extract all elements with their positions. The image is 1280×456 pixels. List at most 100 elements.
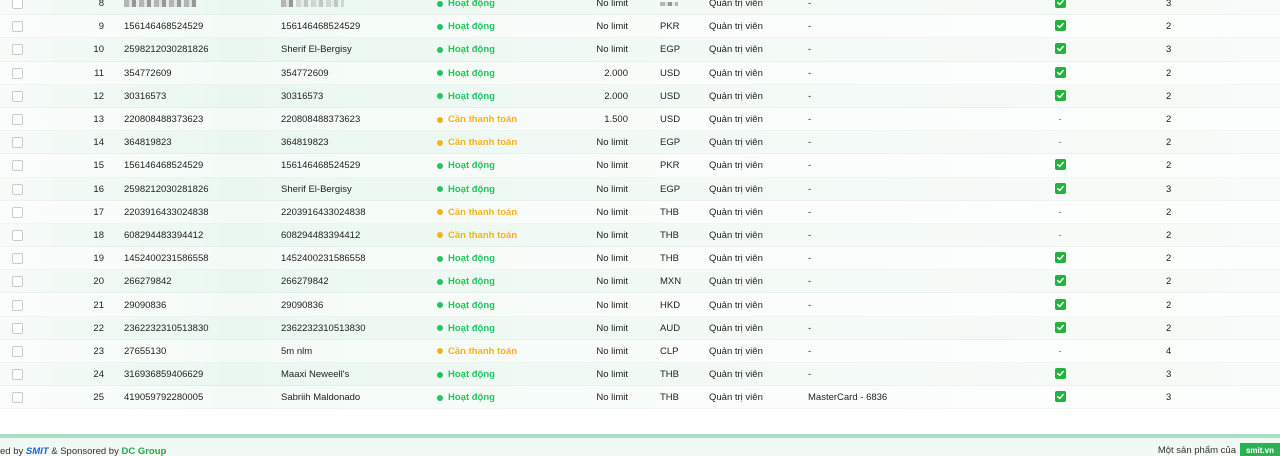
row-index: 22 [93,322,104,334]
table-row[interactable]: 11 354772609 354772609 Hoạt động 2.000 USD Quả… [0,61,1280,85]
account-name-redacted [281,0,344,9]
status-dot-icon [437,162,443,169]
status-label: Cần thanh toán [448,345,518,357]
row-select-checkbox[interactable] [12,160,23,172]
row-select-checkbox[interactable] [12,206,23,218]
spend-limit: No limit [596,345,628,357]
account-id: 156146468524529 [124,21,204,33]
smit-vn-logo[interactable]: smit.vn [1239,443,1280,456]
spend-limit: No limit [596,44,628,56]
account-id: 220808488373623 [124,114,204,126]
row-select-checkbox[interactable] [12,67,23,79]
table-row[interactable]: 18 608294483394412 608294483394412 Cần than… [0,223,1280,248]
table-row[interactable]: 17 2203916433024838 2203916433024838 Cần th… [0,200,1280,224]
role: Quản trị viên [709,137,763,149]
table-row[interactable]: 12 30316573 30316573 Hoạt động 2.000 USD Quản … [0,84,1280,108]
row-select-checkbox[interactable] [12,322,23,334]
row-select-checkbox[interactable] [12,253,23,265]
flag-dash: - [1058,206,1062,218]
status-badge: Hoạt động [437,369,495,380]
role: Quản trị viên [709,299,763,311]
table-row[interactable]: 22 2362232310513830 2362232310513830 Hoạt đ… [0,316,1280,340]
payment-card: - [808,160,812,172]
row-index: 23 [93,345,104,357]
table-row[interactable]: 19 1452400231586558 1452400231586558 Hoạt đ… [0,247,1280,271]
row-select-checkbox[interactable] [12,369,23,381]
status-dot-icon [437,255,443,262]
table-row[interactable]: 16 2598212030281826 Sherif El-Bergisy Hoạt … [0,177,1280,201]
account-id: 2598212030281826 [124,183,209,195]
row-select-checkbox[interactable] [12,137,23,149]
status-dot-icon [437,70,443,77]
ad-count: 2 [1166,253,1172,265]
table-row[interactable]: 20 266279842 266279842 Hoạt động No limit MXN… [0,270,1280,294]
spend-limit: No limit [596,253,628,265]
currency: THB [660,369,679,381]
status-dot-icon [437,232,443,239]
dc-group-link[interactable]: DC Group [121,446,166,456]
role: Quản trị viên [709,392,763,404]
role: Quản trị viên [709,206,763,218]
checked-icon [1054,275,1066,288]
row-select-checkbox[interactable] [12,90,23,102]
account-id: 29090836 [124,299,167,311]
status-badge: Cần thanh toán [437,346,517,357]
account-name: 1452400231586558 [281,253,366,265]
account-name: Sherif El-Bergisy [281,44,352,56]
payment-card: - [808,345,812,357]
table-row[interactable]: 14 364819823 364819823 Cần thanh toán No lim… [0,131,1280,155]
row-index: 14 [93,137,104,149]
row-select-checkbox[interactable] [12,21,23,33]
role: Quản trị viên [709,114,763,126]
status-label: Hoạt động [448,44,495,56]
table-row[interactable]: 13 220808488373623 220808488373623 Cần than… [0,107,1280,132]
table-row[interactable]: 10 2598212030281826 Sherif El-Bergisy Hoạt … [0,38,1280,62]
status-label: Hoạt động [448,183,495,195]
table-row[interactable]: 15 156146468524529 156146468524529 Hoạt độn… [0,154,1280,178]
smit-logo[interactable]: SMIT [26,446,49,456]
footer-sponsor-text: & Sponsored by [51,446,119,456]
account-id: 2598212030281826 [124,44,209,56]
status-badge: Hoạt động [437,0,495,9]
status-badge: Cần thanh toán [437,137,517,148]
checked-icon [1054,321,1066,335]
row-select-checkbox[interactable] [12,44,23,56]
row-select-checkbox[interactable] [12,114,23,126]
currency: THB [660,253,679,265]
table-row[interactable]: 23 27655130 5m nlm Cần thanh toán No limit CL… [0,339,1280,363]
status-dot-icon [437,348,443,355]
table-row[interactable]: 21 29090836 29090836 Hoạt động No limit HKD Qu… [0,293,1280,317]
flag-dash: - [1058,229,1062,241]
row-select-checkbox[interactable] [12,392,23,404]
row-select-checkbox[interactable] [12,0,23,10]
account-id: 608294483394412 [124,229,204,241]
payment-card: - [808,299,812,311]
row-select-checkbox[interactable] [12,183,23,195]
checked-icon [1054,0,1066,10]
table-row[interactable]: 25 419059792280005 Sabriih Maldonado Hoạt đ… [0,386,1280,410]
checked-icon [1054,89,1066,103]
row-select-checkbox[interactable] [12,299,23,311]
account-name: Sabriih Maldonado [281,392,361,404]
row-index: 17 [93,206,104,218]
currency: USD [660,114,681,126]
account-name: 30316573 [281,90,324,102]
status-badge: Hoạt động [437,21,495,32]
footer-product-of: Một sản phẩm của smit.vn [1158,443,1280,456]
status-dot-icon [437,302,443,309]
row-select-checkbox[interactable] [12,276,23,288]
account-name: 156146468524529 [281,160,361,172]
account-name: 364819823 [281,137,329,149]
row-index: 19 [93,253,104,265]
table-row[interactable]: 9 156146468524529 156146468524529 Hoạt động… [0,15,1280,39]
spend-limit: No limit [596,0,628,10]
status-badge: Hoạt động [437,68,495,79]
row-select-checkbox[interactable] [12,229,23,241]
payment-card: - [808,206,812,218]
row-select-checkbox[interactable] [12,345,23,357]
currency: AUD [660,322,681,334]
ad-count: 2 [1166,21,1172,33]
spend-limit: No limit [596,21,628,33]
table-row[interactable]: 24 316936859406629 Maaxi Neweell's Hoạt độn… [0,363,1280,387]
table-row[interactable]: 8 Hoạt động No limit Quản trị viên - 3 [0,0,1280,16]
